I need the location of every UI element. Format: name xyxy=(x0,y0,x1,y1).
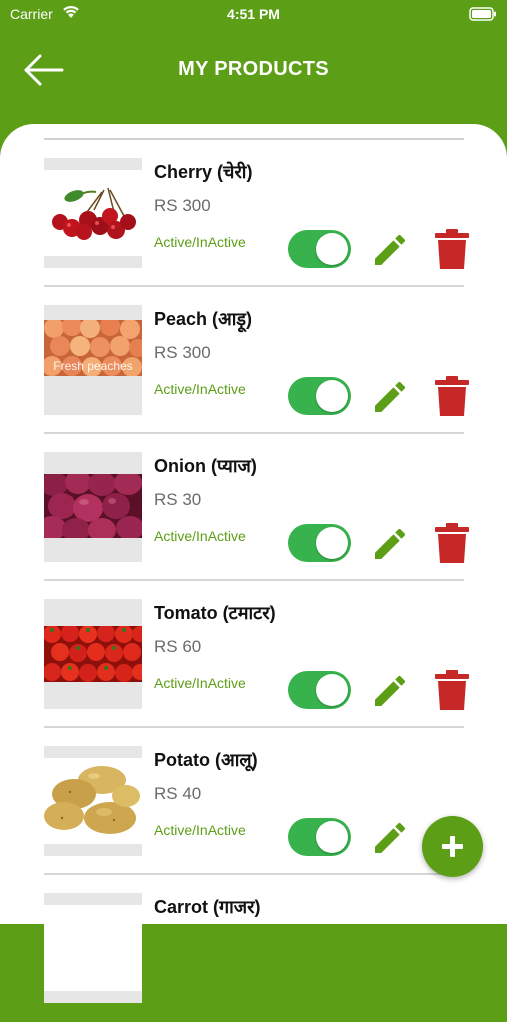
add-product-button[interactable] xyxy=(422,816,483,877)
active-toggle[interactable] xyxy=(288,671,351,709)
edit-pencil-icon[interactable] xyxy=(370,671,410,711)
product-price: RS 30 xyxy=(154,490,202,509)
product-name: Peach (आड़ू) xyxy=(154,309,253,329)
active-status-label: Active/InActive xyxy=(154,234,246,250)
active-toggle[interactable] xyxy=(288,818,351,856)
product-price: RS 60 xyxy=(154,637,202,656)
product-name: Cherry (चेरी) xyxy=(154,162,253,182)
active-status-label: Active/InActive xyxy=(154,381,246,397)
active-status-label: Active/InActive xyxy=(154,675,246,691)
potato-image xyxy=(44,758,142,844)
battery-icon xyxy=(469,7,496,21)
delete-trash-icon[interactable] xyxy=(434,669,470,711)
product-name: Potato (आलू) xyxy=(154,750,258,770)
product-thumbnail xyxy=(44,599,142,709)
product-thumbnail xyxy=(44,746,142,856)
edit-pencil-icon[interactable] xyxy=(370,524,410,564)
delete-trash-icon[interactable] xyxy=(434,375,470,417)
toggle-knob xyxy=(316,821,348,853)
carrot-image xyxy=(44,905,142,991)
plus-icon xyxy=(442,836,463,857)
product-row: Fresh peaches Peach (आड़ू) RS 300 Active… xyxy=(0,287,507,434)
toggle-knob xyxy=(316,674,348,706)
product-name: Onion (प्याज) xyxy=(154,456,257,476)
product-row: Tomato (टमाटर) RS 60 Active/InActive xyxy=(0,581,507,728)
product-thumbnail xyxy=(44,158,142,268)
product-thumbnail xyxy=(44,452,142,562)
cherry-image xyxy=(44,170,142,256)
product-price: RS 40 xyxy=(154,784,202,803)
edit-pencil-icon[interactable] xyxy=(370,377,410,417)
product-list-card: Cherry (चेरी) RS 300 Active/InActive Fre… xyxy=(0,124,507,1003)
product-price: RS 300 xyxy=(154,343,211,362)
product-thumbnail: Fresh peaches xyxy=(44,305,142,415)
peach-image-caption: Fresh peaches xyxy=(53,359,132,373)
product-price: RS 300 xyxy=(154,196,211,215)
toggle-knob xyxy=(316,233,348,265)
product-row: Carrot (गाजर) xyxy=(0,875,507,1022)
product-thumbnail xyxy=(44,893,142,1003)
active-toggle[interactable] xyxy=(288,377,351,415)
delete-trash-icon[interactable] xyxy=(434,228,470,270)
toggle-knob xyxy=(316,527,348,559)
product-name: Tomato (टमाटर) xyxy=(154,603,276,623)
status-time: 4:51 PM xyxy=(227,6,280,22)
active-toggle[interactable] xyxy=(288,230,351,268)
delete-trash-icon[interactable] xyxy=(434,522,470,564)
active-toggle[interactable] xyxy=(288,524,351,562)
onion-image xyxy=(44,474,142,538)
product-row: Onion (प्याज) RS 30 Active/InActive xyxy=(0,434,507,581)
page-title: MY PRODUCTS xyxy=(178,58,329,80)
edit-pencil-icon[interactable] xyxy=(370,818,410,858)
tomato-image xyxy=(44,626,142,682)
app-header: MY PRODUCTS xyxy=(0,30,507,110)
status-bar: Carrier 4:51 PM xyxy=(0,0,507,30)
toggle-knob xyxy=(316,380,348,412)
peach-image: Fresh peaches xyxy=(44,320,142,376)
active-status-label: Active/InActive xyxy=(154,822,246,838)
product-name: Carrot (गाजर) xyxy=(154,897,261,917)
edit-pencil-icon[interactable] xyxy=(370,230,410,270)
product-row: Cherry (चेरी) RS 300 Active/InActive xyxy=(0,140,507,287)
active-status-label: Active/InActive xyxy=(154,528,246,544)
